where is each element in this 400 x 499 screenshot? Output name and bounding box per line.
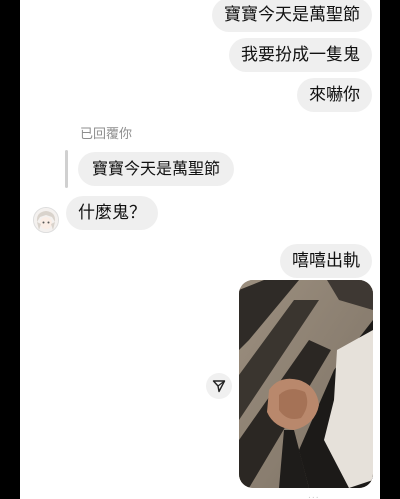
share-button[interactable] (206, 373, 232, 399)
sent-message-1[interactable]: 寶寶今天是萬聖節 (212, 0, 372, 32)
received-message-1[interactable]: 什麼鬼？ (66, 196, 158, 230)
avatar-image (34, 208, 58, 232)
quoted-message[interactable]: 寶寶今天是萬聖節 (78, 152, 235, 186)
chat-thread: 寶寶今天是萬聖節 我要扮成一隻鬼 來嚇你 已回覆你 寶寶今天是萬聖節 什麼鬼？ … (20, 0, 380, 499)
sent-message-2[interactable]: 我要扮成一隻鬼 (229, 38, 372, 72)
reply-quote-bar (65, 150, 68, 188)
sent-message-4[interactable]: 嘻嘻出軌 (280, 244, 372, 278)
shared-photo[interactable] (239, 280, 373, 488)
paper-plane-icon (212, 380, 226, 393)
sent-message-3[interactable]: 來嚇你 (297, 78, 372, 112)
cropped-caption: ... (308, 491, 320, 499)
avatar[interactable] (33, 207, 59, 233)
reply-label: 已回覆你 (80, 127, 133, 142)
photo-hands (239, 280, 373, 488)
